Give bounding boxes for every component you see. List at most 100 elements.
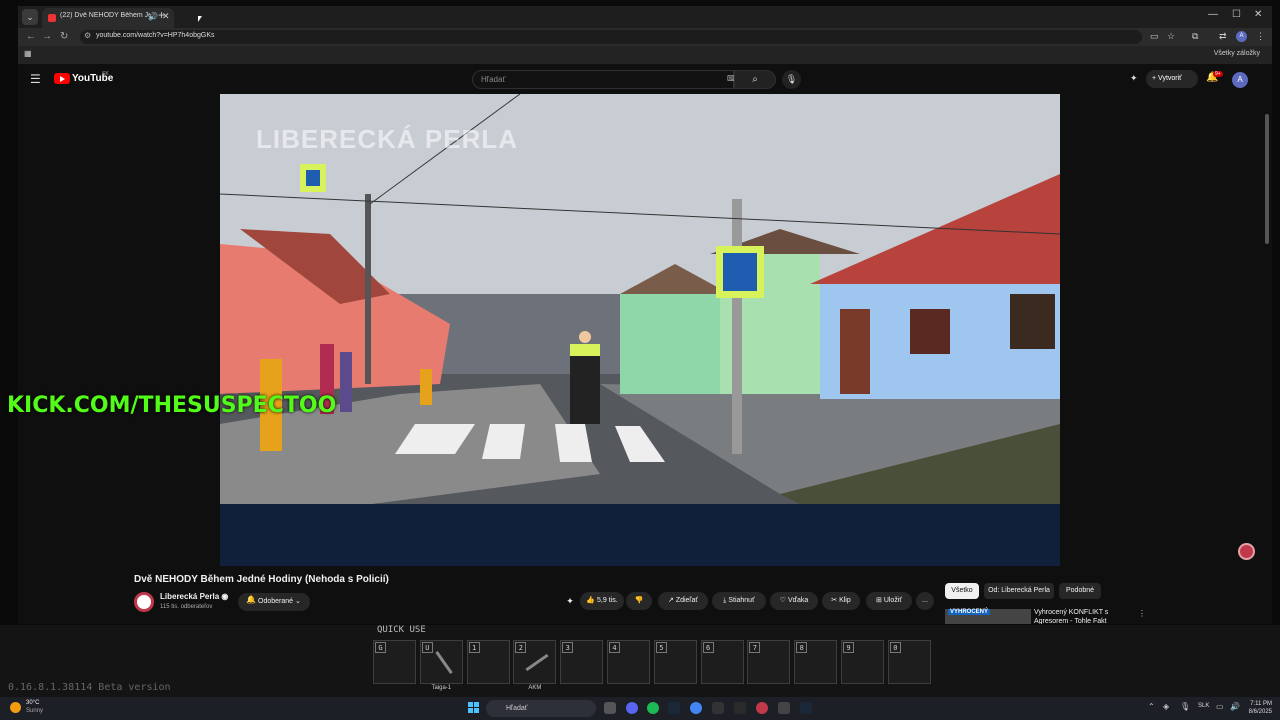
video-player[interactable]: LIBERECKÁ PERLA xyxy=(220,94,1060,566)
taskbar-search-input[interactable]: Hľadať xyxy=(486,700,596,717)
quick-use-slot[interactable]: 7 xyxy=(747,640,791,684)
cast-screen-icon[interactable]: ▭ xyxy=(1150,31,1159,42)
record-button-icon[interactable] xyxy=(1238,543,1255,560)
app-icon-b[interactable] xyxy=(734,702,746,714)
user-avatar[interactable]: A xyxy=(1232,72,1248,88)
forward-button[interactable]: → xyxy=(42,31,52,42)
reload-button[interactable]: ↻ xyxy=(60,31,68,42)
slot-key: 6 xyxy=(702,642,714,653)
channel-name[interactable]: Liberecká Perla ◉ xyxy=(160,592,228,601)
thanks-button[interactable]: ♡ Vďaka xyxy=(770,592,818,610)
subscription-bell-icon[interactable]: 🔔 xyxy=(246,595,256,604)
chip-all[interactable]: Všetko xyxy=(945,583,979,599)
task-view-icon[interactable] xyxy=(604,702,616,714)
spotify-icon[interactable] xyxy=(647,702,659,714)
app-icon-d[interactable] xyxy=(778,702,790,714)
country-code: SK xyxy=(102,71,109,77)
download-button[interactable]: ⤓ Stiahnuť xyxy=(712,592,766,610)
search-input[interactable]: Hľadať ⌨ xyxy=(472,70,739,89)
recommendation-menu-icon[interactable]: ⋮ xyxy=(1138,609,1146,618)
start-windows-icon[interactable] xyxy=(468,702,480,714)
close-window-button[interactable]: ✕ xyxy=(1254,9,1262,20)
clip-button[interactable]: ✂ Klip xyxy=(822,592,860,610)
search-button[interactable]: ⌕ xyxy=(734,70,776,89)
back-button[interactable]: ← xyxy=(26,31,36,42)
quick-use-slot[interactable]: 0 xyxy=(887,640,931,684)
all-bookmarks-button[interactable]: Všetky záložky xyxy=(1214,50,1260,57)
network-icon[interactable]: ▭ xyxy=(1216,702,1224,711)
tab-search-icon[interactable]: ⇄ xyxy=(1219,31,1227,42)
like-count: 5,9 tis. xyxy=(597,597,618,604)
microphone-tray-icon[interactable]: 🎙 xyxy=(1180,702,1190,711)
create-post-icon[interactable]: ✦ xyxy=(1130,73,1138,84)
voice-search-icon[interactable]: 🎙 xyxy=(782,70,801,89)
volume-icon[interactable]: 🔊 xyxy=(1230,702,1240,711)
quick-use-slot[interactable]: 2 xyxy=(513,640,557,684)
tab-list-button[interactable]: ⌄ xyxy=(22,9,38,25)
slot-key: 2 xyxy=(515,642,527,653)
maximize-button[interactable]: ☐ xyxy=(1232,9,1241,20)
like-button[interactable]: 👍 5,9 tis. xyxy=(580,592,624,610)
chip-from-channel[interactable]: Od: Liberecká Perla xyxy=(984,583,1054,599)
tray-app-icon[interactable]: ◈ xyxy=(1163,702,1169,711)
more-actions-button[interactable]: ... xyxy=(916,592,934,610)
channel-avatar[interactable] xyxy=(134,592,154,612)
page-scrollbar[interactable] xyxy=(1264,64,1270,624)
quick-use-slot[interactable]: 5 xyxy=(653,640,697,684)
tray-chevron-icon[interactable]: ⌃ xyxy=(1148,702,1155,711)
scroll-thumb[interactable] xyxy=(1265,114,1269,244)
language-indicator[interactable]: SLK xyxy=(1198,703,1209,709)
minimize-button[interactable]: — xyxy=(1208,9,1218,20)
app-icon-c[interactable] xyxy=(756,702,768,714)
share-button[interactable]: ↗ Zdieľať xyxy=(658,592,708,610)
tab-title: (22) Dvě NEHODY Během Jedné Hodiny (Neho… xyxy=(60,12,150,19)
subscribe-label: Odoberané xyxy=(258,598,294,605)
quick-use-slot[interactable]: 9 xyxy=(841,640,884,684)
quick-use-slot[interactable]: U xyxy=(419,640,463,684)
save-button[interactable]: ⊞ Uložiť xyxy=(866,592,912,610)
quick-use-slot[interactable]: 3 xyxy=(560,640,604,684)
recommendation-title[interactable]: Vyhrocený KONFLIKT s Agresorem - Tohle F… xyxy=(1034,608,1134,624)
youtube-logo-icon[interactable] xyxy=(54,73,70,84)
slot-key: U xyxy=(421,642,433,653)
quick-use-slot[interactable]: 6 xyxy=(700,640,744,684)
weather-temperature: 30°C xyxy=(26,700,40,706)
quick-use-slot[interactable]: G xyxy=(373,640,416,684)
dislike-button[interactable]: 👎 xyxy=(626,592,652,610)
sparkle-icon[interactable]: ✦ xyxy=(562,592,578,610)
profile-avatar[interactable]: A xyxy=(1236,31,1247,42)
recommendation-thumbnail-text: VYHROCENÝ xyxy=(948,609,991,615)
menu-icon[interactable]: ☰ xyxy=(30,72,41,86)
new-tab-button[interactable]: + xyxy=(158,8,165,22)
steam-window-icon[interactable] xyxy=(800,702,812,714)
game-version-text: 0.16.8.1.38114 Beta version xyxy=(8,682,171,693)
quick-use-slot[interactable]: 1 xyxy=(466,640,510,684)
apps-grid-icon[interactable]: ▦ xyxy=(24,49,32,58)
chrome-icon[interactable] xyxy=(690,702,702,714)
clock[interactable]: 7:11 PM 8/6/2025 xyxy=(1246,700,1272,716)
quick-use-slot[interactable]: 8 xyxy=(794,640,838,684)
chip-similar[interactable]: Podobné xyxy=(1059,583,1101,599)
steam-icon[interactable] xyxy=(668,702,680,714)
audio-playing-icon[interactable]: 🔊 xyxy=(148,12,158,21)
weapon-icon xyxy=(525,653,549,672)
site-info-icon[interactable]: ⚙ xyxy=(84,31,91,40)
discord-icon[interactable] xyxy=(626,702,638,714)
weather-sun-icon[interactable] xyxy=(10,702,21,713)
kick-overlay-text: KICK.COM/THESUSPECTOO xyxy=(7,393,337,418)
app-icon-a[interactable] xyxy=(712,702,724,714)
download-label: Stiahnuť xyxy=(728,597,755,604)
address-bar-row: ← → ↻ ⚙ youtube.com/watch?v=HP7h4obgGKs … xyxy=(18,28,1272,46)
create-label: Vytvoriť xyxy=(1158,75,1182,82)
video-frame-image xyxy=(220,94,1060,566)
browser-menu-icon[interactable]: ⋮ xyxy=(1256,31,1265,42)
create-button[interactable]: + Vytvoriť xyxy=(1146,70,1198,88)
slot-key: 4 xyxy=(609,642,620,653)
url-field[interactable]: ⚙ youtube.com/watch?v=HP7h4obgGKs xyxy=(80,30,1142,44)
quick-use-slot[interactable]: 4 xyxy=(607,640,650,684)
verified-icon: ◉ xyxy=(221,592,229,601)
browser-tab[interactable]: (22) Dvě NEHODY Během Jedné Hodiny (Neho… xyxy=(42,8,174,28)
clip-label: Klip xyxy=(839,597,851,604)
extensions-icon[interactable]: ⧉ xyxy=(1192,31,1198,42)
bookmark-star-icon[interactable]: ☆ xyxy=(1167,31,1175,42)
